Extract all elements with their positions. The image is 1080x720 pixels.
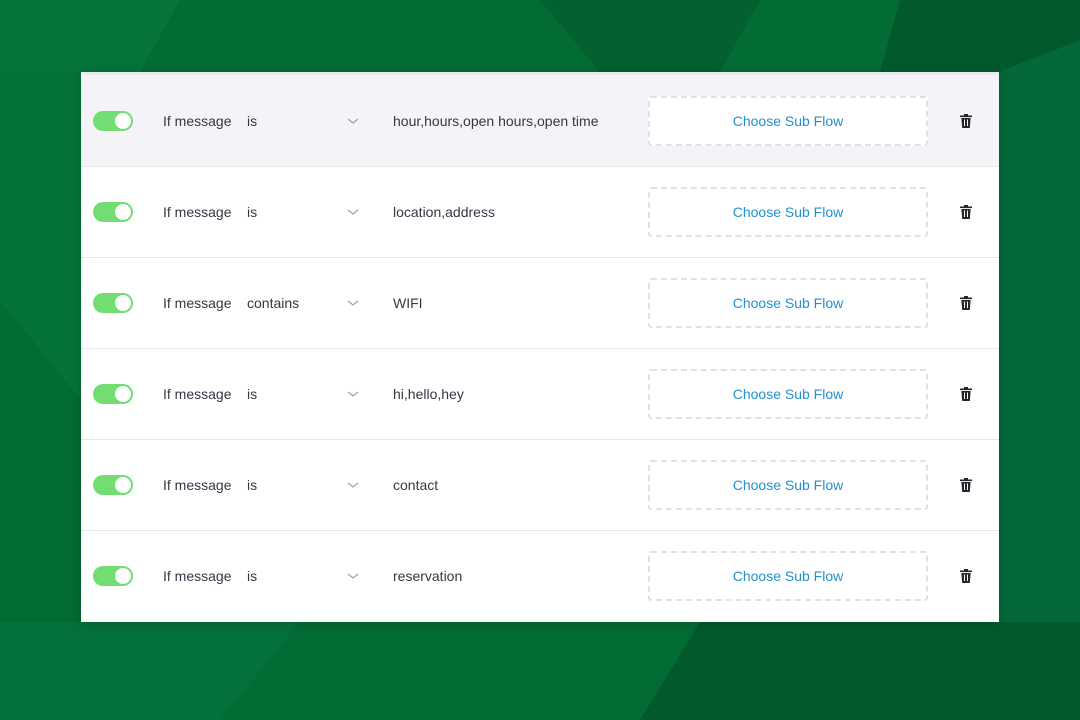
condition-label: If message	[163, 568, 232, 584]
operator-select[interactable]: is	[247, 109, 359, 133]
rule-row: If message is Choose Sub Flow	[81, 348, 999, 439]
choose-sub-flow-label: Choose Sub Flow	[732, 477, 844, 493]
rule-row: If message contains Choose Sub Flow	[81, 257, 999, 348]
operator-value: is	[247, 568, 258, 584]
choose-sub-flow-label: Choose Sub Flow	[732, 568, 844, 584]
keyword-input[interactable]	[393, 382, 607, 406]
chevron-down-icon	[347, 391, 359, 397]
condition-label: If message	[163, 112, 232, 129]
operator-value: is	[247, 112, 258, 129]
rule-enabled-toggle[interactable]	[93, 566, 133, 586]
toggle-knob	[115, 295, 131, 311]
rule-enabled-toggle[interactable]	[93, 293, 133, 313]
condition-label: If message	[163, 204, 232, 220]
toggle-knob	[115, 112, 131, 129]
trash-icon[interactable]	[960, 113, 972, 128]
keyword-input[interactable]	[393, 564, 607, 588]
chevron-down-icon	[347, 573, 359, 579]
choose-sub-flow-button[interactable]: Choose Sub Flow	[648, 460, 928, 510]
operator-value: is	[247, 204, 258, 220]
condition-label: If message	[163, 386, 232, 402]
rule-enabled-toggle[interactable]	[93, 475, 133, 495]
operator-select[interactable]: is	[247, 200, 359, 224]
rule-row: If message is Choose Sub Flow	[81, 439, 999, 530]
rule-row: If message is Choose Sub Flow	[81, 72, 999, 166]
choose-sub-flow-label: Choose Sub Flow	[732, 386, 844, 402]
operator-value: is	[247, 386, 258, 402]
rule-row: If message is Choose Sub Flow	[81, 530, 999, 621]
chevron-down-icon	[347, 482, 359, 488]
keyword-input[interactable]	[393, 200, 607, 224]
choose-sub-flow-label: Choose Sub Flow	[732, 112, 844, 129]
chevron-down-icon	[347, 209, 359, 215]
operator-select[interactable]: contains	[247, 291, 359, 315]
choose-sub-flow-button[interactable]: Choose Sub Flow	[648, 369, 928, 419]
operator-select[interactable]: is	[247, 564, 359, 588]
rule-enabled-toggle[interactable]	[93, 110, 133, 131]
toggle-knob	[115, 568, 131, 584]
trash-icon[interactable]	[960, 296, 972, 310]
operator-value: is	[247, 477, 258, 493]
toggle-knob	[115, 477, 131, 493]
chevron-down-icon	[347, 118, 359, 124]
choose-sub-flow-button[interactable]: Choose Sub Flow	[648, 187, 928, 237]
choose-sub-flow-label: Choose Sub Flow	[732, 204, 844, 220]
operator-select[interactable]: is	[247, 473, 359, 497]
keyword-input[interactable]	[393, 108, 607, 133]
choose-sub-flow-button[interactable]: Choose Sub Flow	[648, 278, 928, 328]
trash-icon[interactable]	[960, 387, 972, 401]
keyword-input[interactable]	[393, 473, 607, 497]
rule-row: If message is Choose Sub Flow	[81, 166, 999, 257]
chevron-down-icon	[347, 300, 359, 306]
rules-panel: If message is Choose Sub Flow If message…	[81, 72, 999, 622]
toggle-knob	[115, 204, 131, 220]
toggle-knob	[115, 386, 131, 402]
rule-enabled-toggle[interactable]	[93, 384, 133, 404]
trash-icon[interactable]	[960, 478, 972, 492]
condition-label: If message	[163, 295, 232, 311]
operator-select[interactable]: is	[247, 382, 359, 406]
condition-label: If message	[163, 477, 232, 493]
trash-icon[interactable]	[960, 205, 972, 219]
keyword-input[interactable]	[393, 291, 607, 315]
operator-value: contains	[247, 295, 300, 311]
trash-icon[interactable]	[960, 569, 972, 583]
rule-enabled-toggle[interactable]	[93, 202, 133, 222]
choose-sub-flow-label: Choose Sub Flow	[732, 295, 844, 311]
choose-sub-flow-button[interactable]: Choose Sub Flow	[648, 551, 928, 601]
choose-sub-flow-button[interactable]: Choose Sub Flow	[648, 95, 928, 146]
